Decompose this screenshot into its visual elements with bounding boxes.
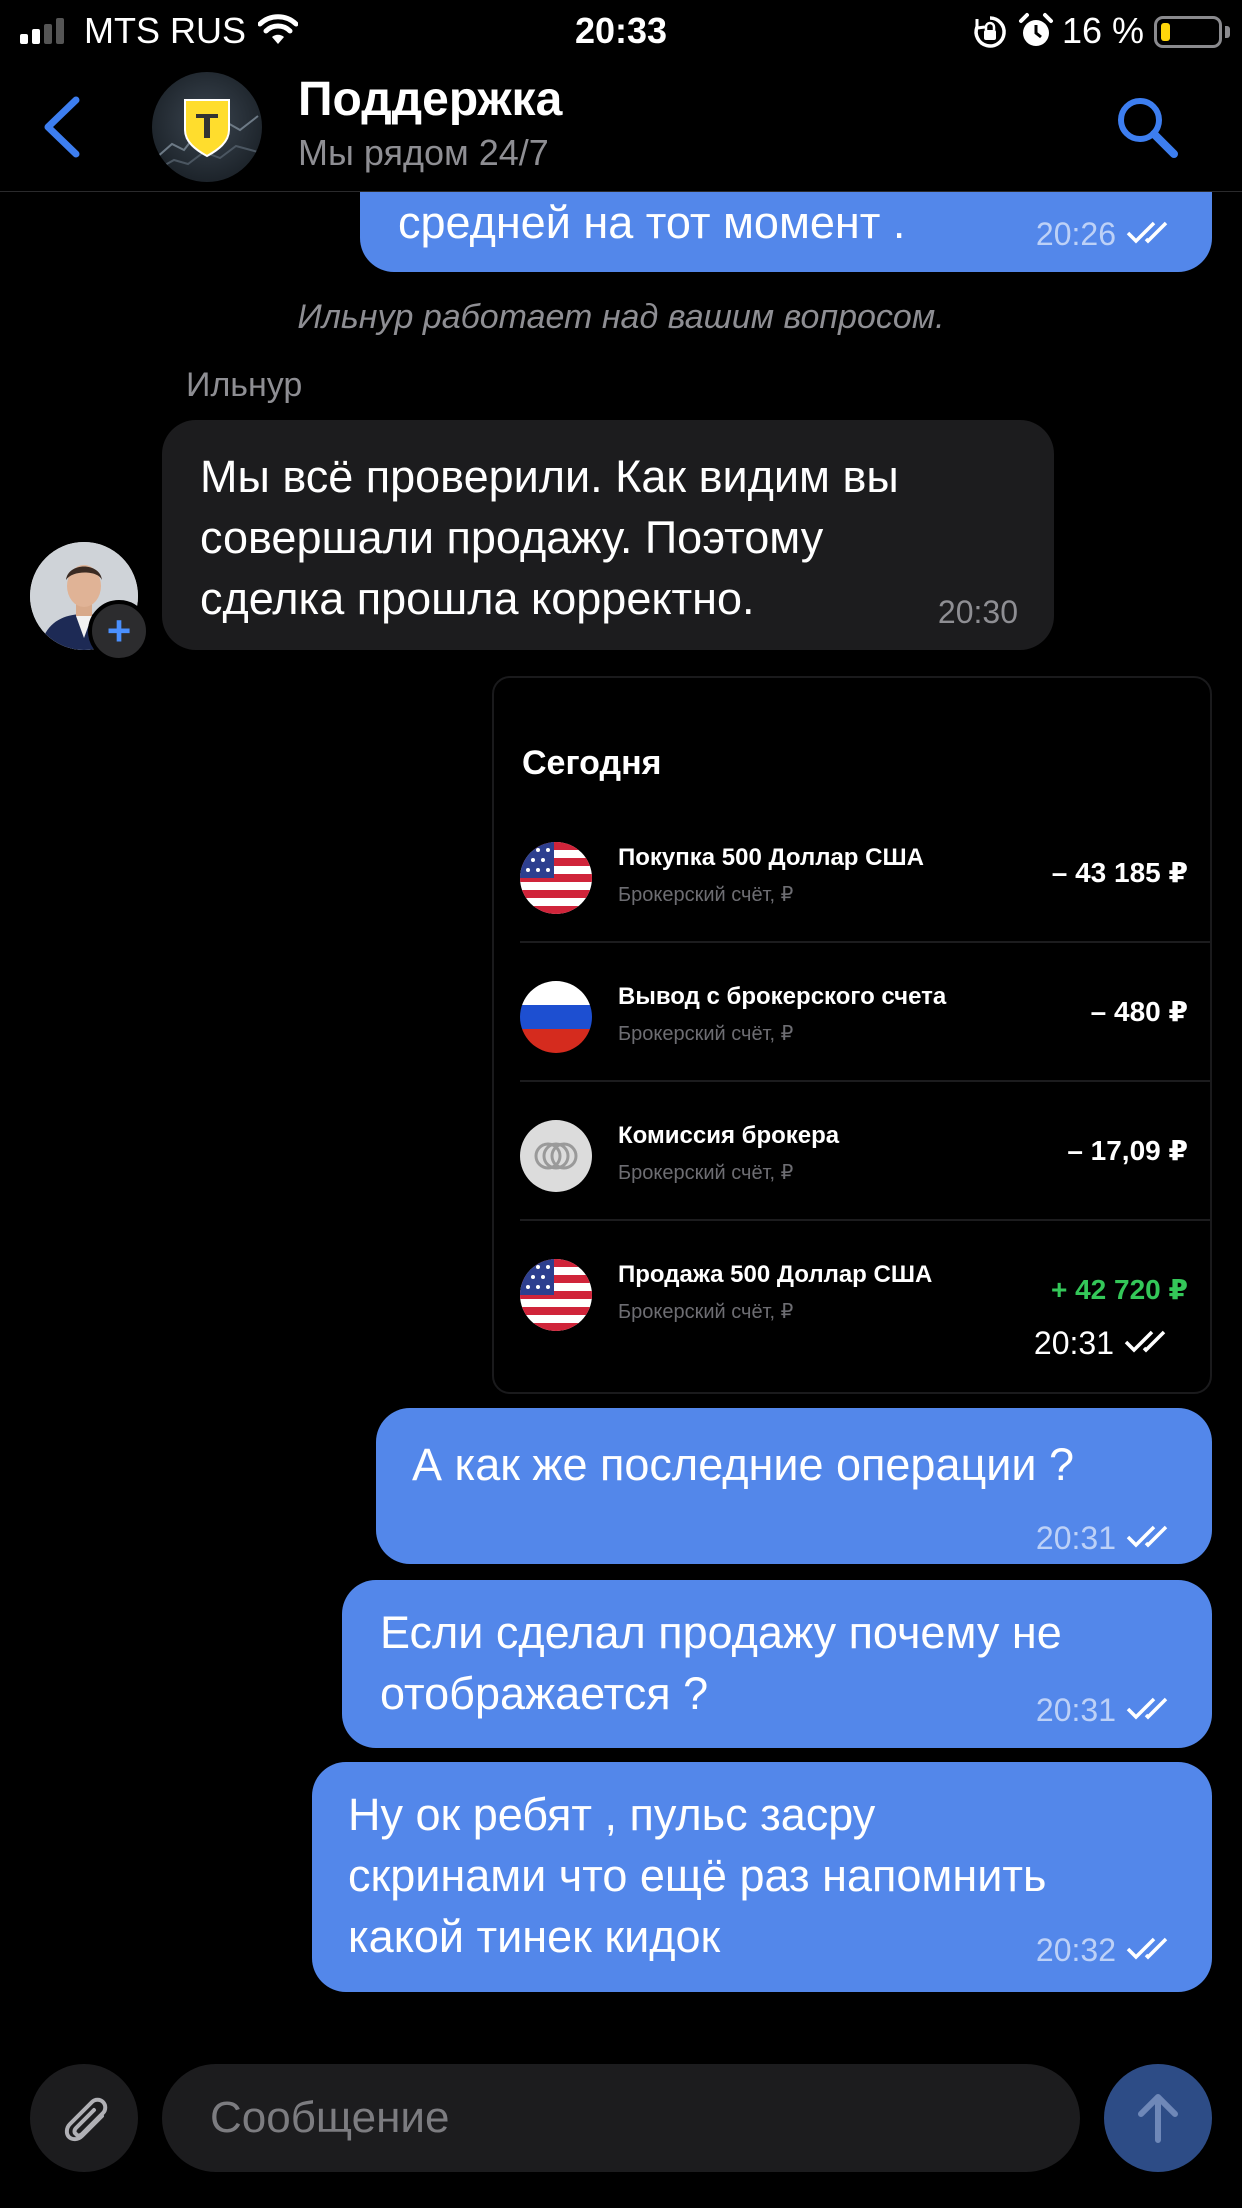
message-time: 20:32 (1035, 1932, 1116, 1968)
back-button[interactable] (38, 92, 88, 162)
system-message: Ильнур работает над вашим вопросом. (297, 298, 945, 336)
transaction-amount: – 43 185 ₽ (1051, 857, 1188, 888)
sender-name: Ильнур (186, 366, 303, 404)
message-text: Мы всё проверили. Как видим вы совершали… (200, 451, 899, 624)
read-checkmarks-icon (1124, 1325, 1174, 1362)
us-flag-icon (520, 842, 592, 914)
transaction-account: Брокерский счёт, ₽ (618, 884, 794, 906)
coins-icon (520, 1120, 592, 1192)
transaction-amount: – 480 ₽ (1090, 996, 1188, 1027)
search-icon (1118, 98, 1178, 158)
chat-title: Поддержка (298, 73, 563, 126)
transaction-name: Покупка 500 Доллар США (618, 844, 924, 871)
read-checkmarks-icon (1126, 1680, 1176, 1741)
chat-subtitle: Мы рядом 24/7 (298, 132, 549, 173)
transaction-name: Продажа 500 Доллар США (618, 1261, 933, 1288)
message-incoming[interactable]: Мы всё проверили. Как видим вы совершали… (162, 420, 1054, 650)
transaction-amount: – 17,09 ₽ (1067, 1135, 1188, 1166)
read-checkmarks-icon (1126, 204, 1176, 265)
transaction-account: Брокерский счёт, ₽ (618, 1301, 794, 1323)
transaction-account: Брокерский счёт, ₽ (618, 1023, 794, 1045)
search-button[interactable] (1112, 92, 1182, 162)
message-text: Если сделал продажу почему не отображает… (380, 1607, 1062, 1719)
add-contact-icon[interactable]: + (88, 600, 150, 662)
transaction-row: Покупка 500 Доллар США Брокерский счёт, … (494, 804, 1210, 943)
message-text: А как же последние операции ? (412, 1439, 1075, 1490)
transaction-name: Комиссия брокера (618, 1122, 840, 1149)
screenshot-heading: Сегодня (522, 744, 662, 782)
message-outgoing[interactable]: А как же последние операции ? 20:31 (376, 1408, 1212, 1564)
paperclip-icon (64, 2097, 108, 2142)
message-text: средней на тот момент . (398, 197, 906, 248)
message-outgoing[interactable]: Ну ок ребят , пульс засру скринами что е… (312, 1762, 1212, 1992)
transaction-row: Комиссия брокера Брокерский счёт, ₽ – 17… (494, 1082, 1210, 1221)
attach-button[interactable] (30, 2064, 138, 2172)
chat-header: Поддержка Мы рядом 24/7 (0, 62, 1242, 192)
transaction-account: Брокерский счёт, ₽ (618, 1162, 794, 1184)
message-outgoing[interactable]: Если сделал продажу почему не отображает… (342, 1580, 1212, 1748)
us-flag-icon (520, 1259, 592, 1331)
read-checkmarks-icon (1126, 1508, 1176, 1569)
message-time: 20:31 (1033, 1325, 1114, 1361)
send-button[interactable] (1104, 2064, 1212, 2172)
message-time: 20:31 (1035, 1692, 1116, 1728)
message-time: 20:31 (1035, 1520, 1116, 1556)
chat-thread[interactable]: средней на тот момент . 20:26 Ильнур раб… (0, 0, 1242, 2208)
message-text: Ну ок ребят , пульс засру скринами что е… (348, 1789, 1047, 1962)
support-avatar[interactable] (152, 72, 262, 182)
transaction-name: Вывод с брокерского счета (618, 983, 947, 1010)
message-time: 20:26 (1035, 216, 1116, 252)
transaction-row: Вывод с брокерского счета Брокерский счё… (494, 943, 1210, 1082)
read-checkmarks-icon (1126, 1920, 1176, 1981)
message-time: 20:30 (937, 594, 1018, 630)
ru-flag-icon (520, 981, 592, 1053)
message-image-screenshot[interactable]: Сегодня Покупка 500 Доллар США Брокерски… (492, 676, 1212, 1394)
arrow-up-icon (1138, 2094, 1178, 2143)
transaction-amount: + 42 720 ₽ (1050, 1274, 1188, 1305)
message-input[interactable] (162, 2064, 1080, 2172)
